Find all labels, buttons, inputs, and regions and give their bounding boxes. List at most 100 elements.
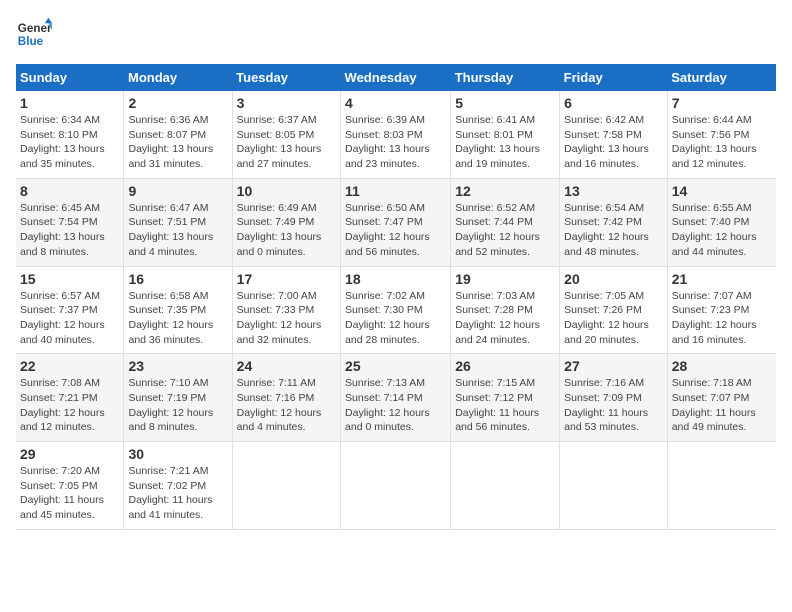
day-info: Sunrise: 6:37 AMSunset: 8:05 PMDaylight:… [237, 113, 336, 172]
day-cell: 19 Sunrise: 7:03 AMSunset: 7:28 PMDayligh… [451, 266, 560, 354]
day-info: Sunrise: 7:15 AMSunset: 7:12 PMDaylight:… [455, 376, 555, 435]
day-info: Sunrise: 6:55 AMSunset: 7:40 PMDaylight:… [672, 201, 772, 260]
day-number: 27 [564, 358, 663, 374]
day-cell: 27 Sunrise: 7:16 AMSunset: 7:09 PMDayligh… [560, 354, 668, 442]
day-info: Sunrise: 6:50 AMSunset: 7:47 PMDaylight:… [345, 201, 446, 260]
day-number: 10 [237, 183, 336, 199]
day-number: 18 [345, 271, 446, 287]
day-cell: 29Sunrise: 7:20 AMSunset: 7:05 PMDayligh… [16, 442, 124, 530]
day-cell: 3 Sunrise: 6:37 AMSunset: 8:05 PMDaylight… [232, 91, 340, 178]
day-info: Sunrise: 7:10 AMSunset: 7:19 PMDaylight:… [128, 376, 227, 435]
day-info: Sunrise: 7:16 AMSunset: 7:09 PMDaylight:… [564, 376, 663, 435]
day-info: Sunrise: 6:52 AMSunset: 7:44 PMDaylight:… [455, 201, 555, 260]
day-info: Sunrise: 6:47 AMSunset: 7:51 PMDaylight:… [128, 201, 227, 260]
day-cell: 13 Sunrise: 6:54 AMSunset: 7:42 PMDayligh… [560, 178, 668, 266]
calendar-table: SundayMondayTuesdayWednesdayThursdayFrid… [16, 64, 776, 530]
svg-text:Blue: Blue [18, 35, 44, 48]
logo-icon: General Blue [16, 16, 52, 52]
day-info: Sunrise: 7:03 AMSunset: 7:28 PMDaylight:… [455, 289, 555, 348]
day-cell [667, 442, 776, 530]
day-cell: 7Sunrise: 6:44 AMSunset: 7:56 PMDaylight… [667, 91, 776, 178]
day-cell: 18 Sunrise: 7:02 AMSunset: 7:30 PMDayligh… [341, 266, 451, 354]
day-number: 26 [455, 358, 555, 374]
day-cell: 4Sunrise: 6:39 AMSunset: 8:03 PMDaylight… [341, 91, 451, 178]
day-number: 22 [20, 358, 119, 374]
page-header: General Blue [16, 16, 776, 52]
day-number: 6 [564, 95, 663, 111]
day-number: 23 [128, 358, 227, 374]
day-cell: 23 Sunrise: 7:10 AMSunset: 7:19 PMDayligh… [124, 354, 232, 442]
week-row-1: 8 Sunrise: 6:45 AMSunset: 7:54 PMDaylight… [16, 178, 776, 266]
day-cell: 20 Sunrise: 7:05 AMSunset: 7:26 PMDayligh… [560, 266, 668, 354]
header-cell-friday: Friday [560, 64, 668, 91]
day-cell: 22 Sunrise: 7:08 AMSunset: 7:21 PMDayligh… [16, 354, 124, 442]
header-cell-sunday: Sunday [16, 64, 124, 91]
day-cell: 14 Sunrise: 6:55 AMSunset: 7:40 PMDayligh… [667, 178, 776, 266]
week-row-0: 1Sunrise: 6:34 AMSunset: 8:10 PMDaylight… [16, 91, 776, 178]
day-number: 12 [455, 183, 555, 199]
day-cell: 8 Sunrise: 6:45 AMSunset: 7:54 PMDaylight… [16, 178, 124, 266]
day-cell: 6 Sunrise: 6:42 AMSunset: 7:58 PMDaylight… [560, 91, 668, 178]
header-row: SundayMondayTuesdayWednesdayThursdayFrid… [16, 64, 776, 91]
day-cell: 1Sunrise: 6:34 AMSunset: 8:10 PMDaylight… [16, 91, 124, 178]
day-info: Sunrise: 6:57 AMSunset: 7:37 PMDaylight:… [20, 289, 119, 348]
day-number: 4 [345, 95, 446, 111]
header-cell-thursday: Thursday [451, 64, 560, 91]
day-number: 5 [455, 95, 555, 111]
day-number: 8 [20, 183, 119, 199]
day-info: Sunrise: 7:00 AMSunset: 7:33 PMDaylight:… [237, 289, 336, 348]
day-info: Sunrise: 6:49 AMSunset: 7:49 PMDaylight:… [237, 201, 336, 260]
day-number: 16 [128, 271, 227, 287]
day-number: 2 [128, 95, 227, 111]
day-cell [560, 442, 668, 530]
day-info: Sunrise: 6:54 AMSunset: 7:42 PMDaylight:… [564, 201, 663, 260]
day-info: Sunrise: 7:05 AMSunset: 7:26 PMDaylight:… [564, 289, 663, 348]
day-cell: 30 Sunrise: 7:21 AMSunset: 7:02 PMDayligh… [124, 442, 232, 530]
week-row-3: 22 Sunrise: 7:08 AMSunset: 7:21 PMDayligh… [16, 354, 776, 442]
day-info: Sunrise: 7:21 AMSunset: 7:02 PMDaylight:… [128, 464, 227, 523]
day-number: 7 [672, 95, 772, 111]
week-row-2: 15 Sunrise: 6:57 AMSunset: 7:37 PMDayligh… [16, 266, 776, 354]
header-cell-monday: Monday [124, 64, 232, 91]
day-number: 20 [564, 271, 663, 287]
day-number: 29 [20, 446, 119, 462]
day-info: Sunrise: 7:08 AMSunset: 7:21 PMDaylight:… [20, 376, 119, 435]
day-number: 14 [672, 183, 772, 199]
header-cell-wednesday: Wednesday [341, 64, 451, 91]
day-cell [341, 442, 451, 530]
day-number: 17 [237, 271, 336, 287]
day-number: 9 [128, 183, 227, 199]
svg-text:General: General [18, 22, 52, 35]
day-cell: 25Sunrise: 7:13 AMSunset: 7:14 PMDayligh… [341, 354, 451, 442]
day-info: Sunrise: 6:41 AMSunset: 8:01 PMDaylight:… [455, 113, 555, 172]
day-cell [232, 442, 340, 530]
day-cell: 5 Sunrise: 6:41 AMSunset: 8:01 PMDaylight… [451, 91, 560, 178]
day-cell: 10 Sunrise: 6:49 AMSunset: 7:49 PMDayligh… [232, 178, 340, 266]
day-cell: 24 Sunrise: 7:11 AMSunset: 7:16 PMDayligh… [232, 354, 340, 442]
day-info: Sunrise: 7:07 AMSunset: 7:23 PMDaylight:… [672, 289, 772, 348]
day-cell: 16Sunrise: 6:58 AMSunset: 7:35 PMDayligh… [124, 266, 232, 354]
day-info: Sunrise: 6:45 AMSunset: 7:54 PMDaylight:… [20, 201, 119, 260]
day-number: 19 [455, 271, 555, 287]
day-number: 13 [564, 183, 663, 199]
day-cell: 26 Sunrise: 7:15 AMSunset: 7:12 PMDayligh… [451, 354, 560, 442]
week-row-4: 29Sunrise: 7:20 AMSunset: 7:05 PMDayligh… [16, 442, 776, 530]
day-info: Sunrise: 7:13 AMSunset: 7:14 PMDaylight:… [345, 376, 446, 435]
day-cell: 21 Sunrise: 7:07 AMSunset: 7:23 PMDayligh… [667, 266, 776, 354]
day-number: 3 [237, 95, 336, 111]
day-cell: 17 Sunrise: 7:00 AMSunset: 7:33 PMDayligh… [232, 266, 340, 354]
day-info: Sunrise: 6:42 AMSunset: 7:58 PMDaylight:… [564, 113, 663, 172]
header-cell-saturday: Saturday [667, 64, 776, 91]
day-number: 21 [672, 271, 772, 287]
day-number: 15 [20, 271, 119, 287]
day-info: Sunrise: 6:36 AMSunset: 8:07 PMDaylight:… [128, 113, 227, 172]
day-number: 24 [237, 358, 336, 374]
day-number: 28 [672, 358, 772, 374]
day-info: Sunrise: 7:11 AMSunset: 7:16 PMDaylight:… [237, 376, 336, 435]
logo: General Blue [16, 16, 52, 52]
day-info: Sunrise: 7:02 AMSunset: 7:30 PMDaylight:… [345, 289, 446, 348]
day-cell: 12 Sunrise: 6:52 AMSunset: 7:44 PMDayligh… [451, 178, 560, 266]
day-cell: 15 Sunrise: 6:57 AMSunset: 7:37 PMDayligh… [16, 266, 124, 354]
day-number: 30 [128, 446, 227, 462]
day-number: 11 [345, 183, 446, 199]
